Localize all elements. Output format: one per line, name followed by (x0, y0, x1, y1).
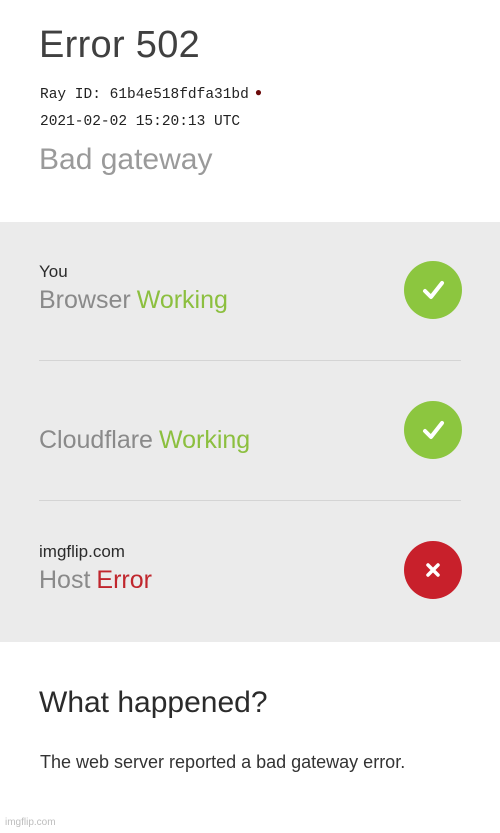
status-line: Host Error (39, 566, 152, 595)
ray-id-text: Ray ID: 61b4e518fdfa31bd (40, 87, 249, 103)
divider (39, 500, 461, 501)
status-name: Host (39, 566, 91, 594)
status-row-cloudflare: Cloudflare Working (0, 362, 500, 502)
error-subtitle: Bad gateway (39, 143, 213, 176)
status-row-host: imgflip.com Host Error (0, 502, 500, 642)
status-location: imgflip.com (39, 542, 125, 561)
status-location: You (39, 262, 68, 281)
timestamp: 2021-02-02 15:20:13 UTC (40, 114, 241, 130)
status-name: Cloudflare (39, 426, 153, 454)
watermark: imgflip.com (5, 817, 56, 828)
status-state: Working (136, 286, 228, 314)
bullet-icon: ● (254, 86, 263, 100)
section-text: The web server reported a bad gateway er… (40, 752, 406, 772)
status-state: Working (158, 426, 251, 454)
status-panel: You Browser Working Cloudflare Working img… (0, 222, 500, 642)
status-name: Browser (39, 286, 131, 314)
checkmark-icon (404, 401, 462, 459)
ray-id: Ray ID: 61b4e518fdfa31bd ● (40, 86, 263, 103)
error-header: Error 502 Ray ID: 61b4e518fdfa31bd ● 2021… (0, 0, 500, 222)
page-title: Error 502 (39, 24, 201, 66)
status-state: Error (96, 566, 152, 594)
section-heading: What happened? (39, 686, 268, 719)
close-icon (404, 541, 462, 599)
divider (39, 360, 461, 361)
what-happened-section: What happened? The web server reported a… (0, 642, 500, 833)
checkmark-icon (404, 261, 462, 319)
status-row-browser: You Browser Working (0, 222, 500, 362)
status-line: Cloudflare Working (39, 426, 250, 455)
status-line: Browser Working (39, 286, 228, 315)
